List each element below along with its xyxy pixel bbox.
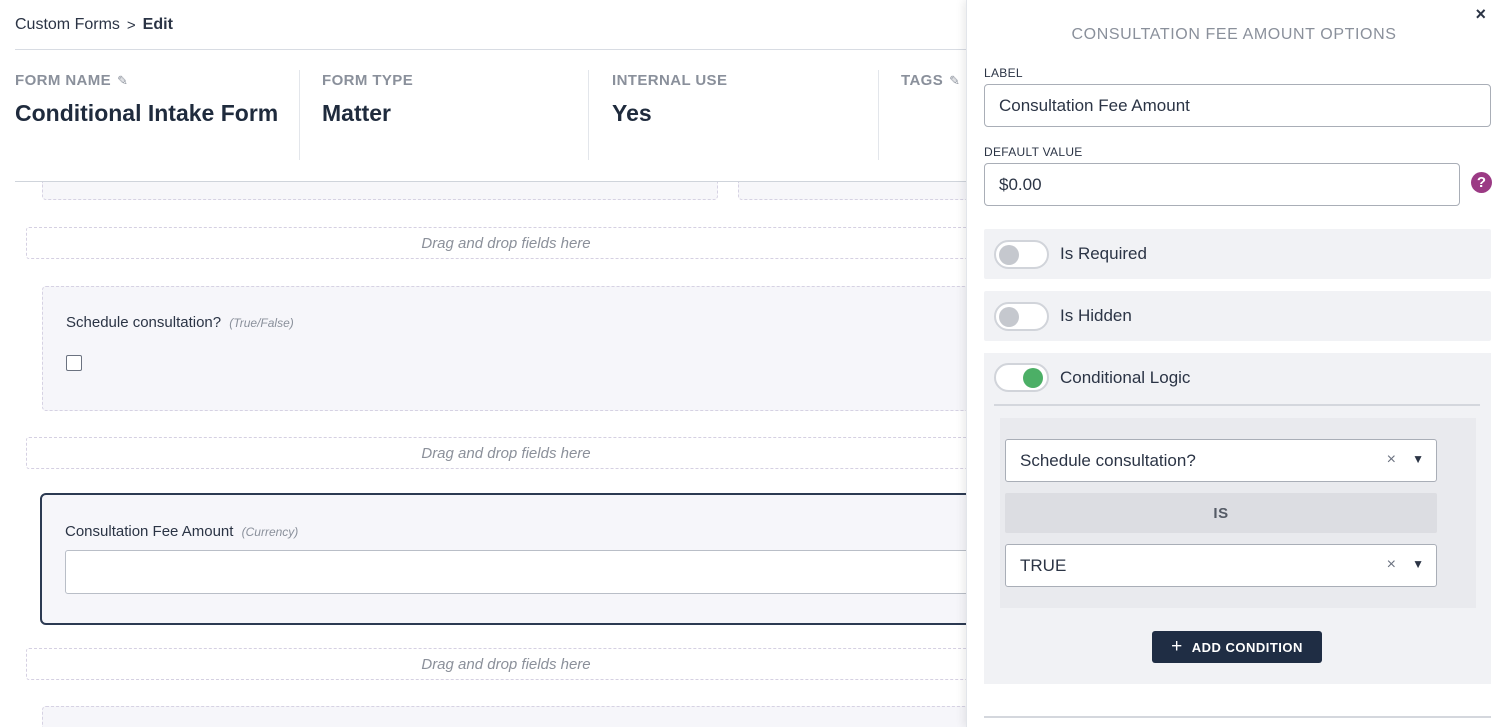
form-editor: Custom Forms > Edit FORM NAME ✎ Conditio… [0,0,966,727]
divider [15,49,966,50]
field-options-panel: × CONSULTATION FEE AMOUNT OPTIONS LABEL … [966,0,1500,727]
chevron-down-icon[interactable]: ▼ [1412,452,1424,466]
drop-zone[interactable]: Drag and drop fields here [26,437,966,469]
is-hidden-toggle[interactable] [994,302,1049,331]
breadcrumb-custom-forms[interactable]: Custom Forms [15,16,120,34]
condition-field-value: Schedule consultation? [1020,451,1196,470]
divider [878,70,879,160]
divider [994,404,1480,406]
close-icon[interactable]: × [1475,4,1486,25]
conditional-logic-label: Conditional Logic [1060,368,1191,387]
field-type: (True/False) [229,316,294,330]
default-value-input[interactable]: $0.00 [984,163,1460,206]
is-required-toggle[interactable] [994,240,1049,269]
label-field-label: LABEL [984,66,1023,80]
condition-field-select[interactable]: Schedule consultation? × ▼ [1005,439,1437,482]
plus-icon: + [1171,635,1183,657]
clear-icon[interactable]: × [1387,556,1396,574]
condition-value-select[interactable]: TRUE × ▼ [1005,544,1437,587]
default-value-label: DEFAULT VALUE [984,145,1083,159]
condition-value: TRUE [1020,556,1067,575]
field-label-text: Consultation Fee Amount [65,523,234,540]
is-hidden-label: Is Hidden [1060,306,1132,325]
toggle-knob [1023,368,1043,388]
form-type-label: FORM TYPE [322,72,414,89]
field-card-partial[interactable] [42,706,966,727]
field-card-partial[interactable] [738,182,966,200]
add-condition-button[interactable]: + ADD CONDITION [1152,631,1322,663]
is-required-label: Is Required [1060,244,1147,263]
tags-section: TAGS ✎ [901,72,960,89]
conditional-logic-toggle[interactable] [994,363,1049,392]
label-input[interactable]: Consultation Fee Amount [984,84,1491,127]
edit-tags-pencil-icon[interactable]: ✎ [949,73,960,89]
field-card-schedule-consultation[interactable]: Schedule consultation? (True/False) [42,286,966,411]
field-label: Consultation Fee Amount (Currency) [65,523,298,540]
tags-label: TAGS [901,72,944,89]
is-hidden-row: Is Hidden [984,291,1491,341]
form-name-value: Conditional Intake Form [15,100,279,126]
breadcrumb-current: Edit [142,16,173,33]
tags-label-row: TAGS ✎ [901,72,960,89]
form-type-section: FORM TYPE Matter [322,72,413,127]
add-condition-label: ADD CONDITION [1191,639,1303,655]
divider [299,70,300,160]
panel-title: CONSULTATION FEE AMOUNT OPTIONS [1071,26,1397,43]
field-type: (Currency) [241,525,299,539]
toggle-knob [999,307,1019,327]
field-label-text: Schedule consultation? [66,314,222,331]
field-card-consultation-fee-amount[interactable]: Consultation Fee Amount (Currency) [40,493,966,625]
toggle-knob [999,245,1019,265]
internal-use-section: INTERNAL USE Yes [612,72,727,127]
divider [984,716,1491,718]
internal-use-value: Yes [612,100,652,126]
internal-use-label: INTERNAL USE [612,72,728,89]
chevron-down-icon[interactable]: ▼ [1412,557,1424,571]
form-name-label-row: FORM NAME ✎ [15,72,285,89]
schedule-consultation-checkbox[interactable] [66,355,82,371]
drop-zone[interactable]: Drag and drop fields here [26,648,966,680]
clear-icon[interactable]: × [1387,451,1396,469]
drop-zone[interactable]: Drag and drop fields here [26,227,966,259]
form-type-value: Matter [322,100,392,126]
edit-form-name-pencil-icon[interactable]: ✎ [117,73,128,89]
form-name-label: FORM NAME [15,72,112,89]
field-card-partial[interactable] [42,182,718,200]
breadcrumb: Custom Forms > Edit [15,16,173,34]
consultation-fee-input[interactable] [65,550,966,594]
is-required-row: Is Required [984,229,1491,279]
help-icon[interactable]: ? [1471,172,1492,193]
field-label: Schedule consultation? (True/False) [66,314,294,331]
breadcrumb-separator-icon: > [126,16,136,34]
form-name-section: FORM NAME ✎ Conditional Intake Form [15,72,285,127]
condition-operator: IS [1005,493,1437,533]
divider [588,70,589,160]
